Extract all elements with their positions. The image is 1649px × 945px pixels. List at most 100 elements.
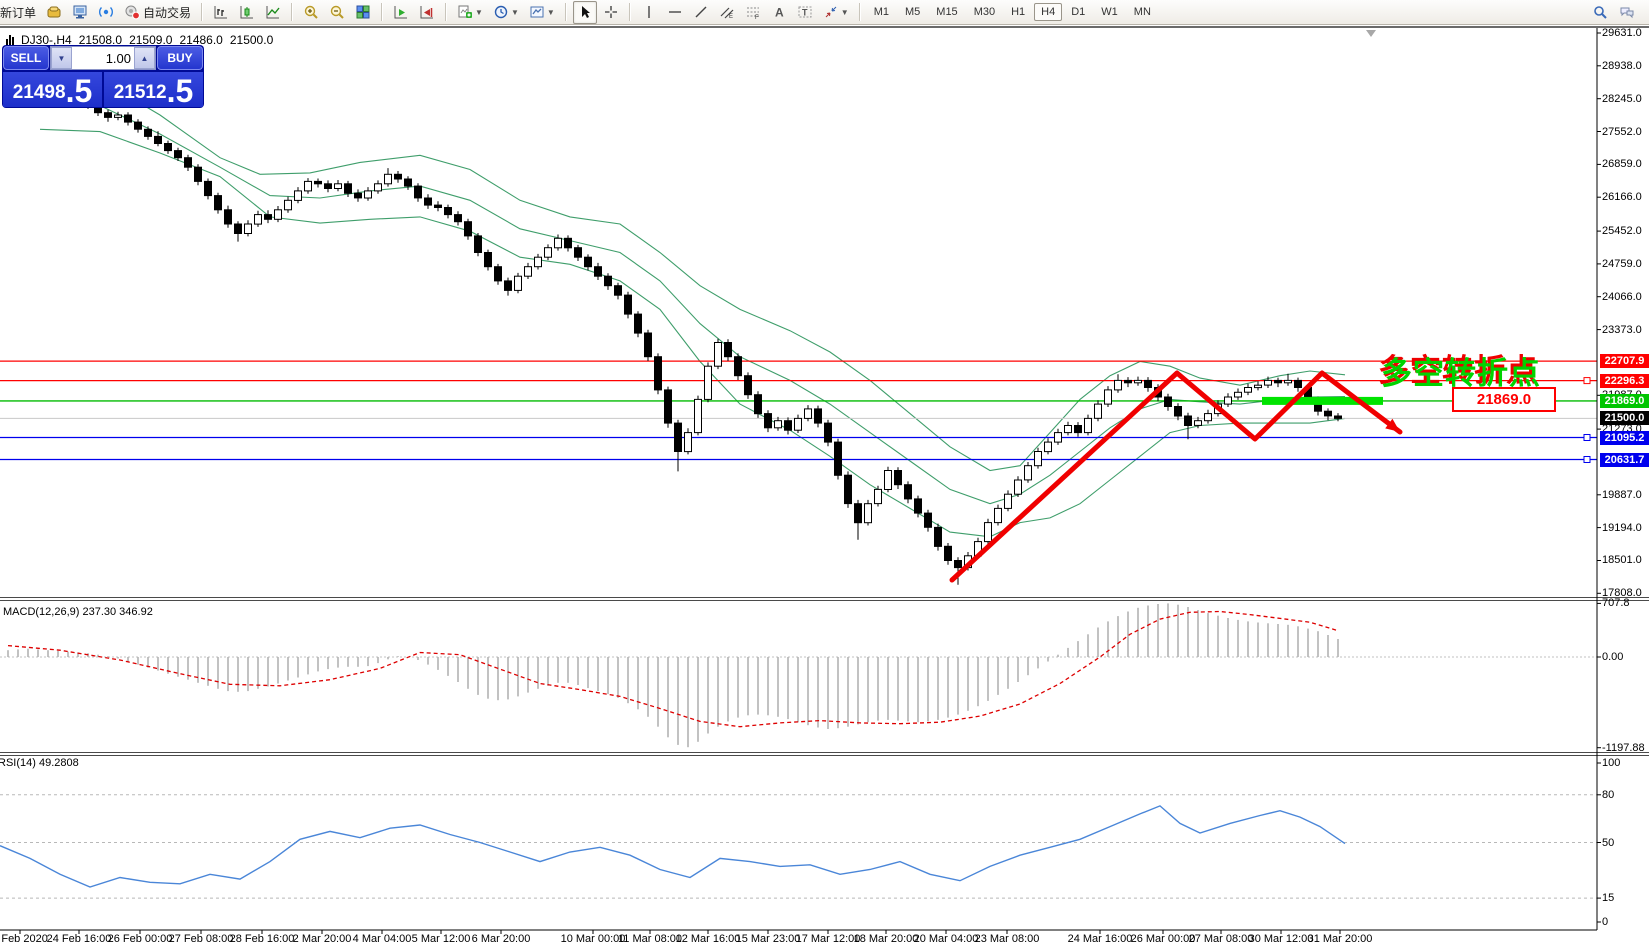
chat-icon — [1619, 4, 1635, 20]
new-chart-button[interactable]: ▼ — [453, 1, 487, 24]
trendline-button[interactable] — [689, 1, 713, 24]
shift-marker[interactable] — [1366, 30, 1376, 37]
timeframe-M1[interactable]: M1 — [867, 3, 896, 21]
svg-text:T: T — [802, 8, 808, 18]
text-button[interactable]: A — [767, 1, 791, 24]
buy-price-pip: .5 — [167, 76, 194, 106]
toolbar-group — [298, 0, 376, 25]
volume-decrease-button[interactable]: ▼ — [51, 47, 72, 69]
chevron-down-icon: ▼ — [511, 8, 519, 17]
sell-price-button[interactable]: 21498.5 — [3, 72, 102, 107]
buy-price-button[interactable]: 21512.5 — [104, 72, 203, 107]
toolbar-separator — [381, 3, 383, 21]
template-icon — [529, 4, 545, 20]
chevron-down-icon: ▼ — [475, 8, 483, 17]
price-badge: 21095.2 — [1600, 431, 1649, 445]
price-tick-label: 26859.0 — [1602, 158, 1648, 170]
line-handle[interactable] — [1584, 457, 1590, 463]
market-watch-button[interactable] — [68, 1, 92, 24]
periods-button[interactable]: ▼ — [489, 1, 523, 24]
price-annotation-box: 21869.0 — [1452, 387, 1556, 412]
time-label: 11 Mar 08:00 — [618, 933, 682, 945]
timeframe-M15[interactable]: M15 — [929, 3, 964, 21]
bollinger-middle-band — [40, 96, 1345, 504]
time-label: 28 Feb 16:00 — [230, 933, 295, 945]
gold-chart-icon — [46, 4, 62, 20]
time-label: 30 Mar 12:00 — [1249, 933, 1314, 945]
vertical-line-button[interactable] — [637, 1, 661, 24]
label-icon: T — [797, 4, 813, 20]
timeframe-W1[interactable]: W1 — [1094, 3, 1125, 21]
toolbar-separator — [565, 3, 567, 21]
timeframe-H4[interactable]: H4 — [1034, 3, 1062, 21]
fibonacci-icon: F — [745, 4, 761, 20]
price-tick-label: 28245.0 — [1602, 93, 1648, 105]
monitor-icon — [72, 4, 88, 20]
price-badge: 20631.7 — [1600, 453, 1649, 467]
chevron-down-icon: ▼ — [547, 8, 555, 17]
autotrading-button[interactable]: 自动交易 — [120, 1, 195, 24]
price-tick-label: 24759.0 — [1602, 258, 1648, 270]
label-button[interactable]: T — [793, 1, 817, 24]
price-tick-label: 19887.0 — [1602, 489, 1648, 501]
sell-button[interactable]: SELL — [3, 46, 49, 70]
cursor-button[interactable] — [573, 1, 597, 24]
new-order-button[interactable]: 新订单 — [1, 1, 40, 24]
price-badge: 21869.0 — [1600, 394, 1649, 408]
price-tick-label: 26166.0 — [1602, 191, 1648, 203]
rsi-tick-label: 0 — [1602, 916, 1648, 928]
candlestick-button[interactable] — [235, 1, 259, 24]
crosshair-button[interactable] — [599, 1, 623, 24]
line-chart-button[interactable] — [261, 1, 285, 24]
clock-icon — [493, 4, 509, 20]
time-label: 23 Mar 08:00 — [975, 933, 1040, 945]
sell-price-pip: .5 — [66, 76, 93, 106]
time-label: 15 Mar 23:00 — [736, 933, 801, 945]
tile-windows-icon — [355, 4, 371, 20]
zoom-out-button[interactable] — [325, 1, 349, 24]
toolbar-group: ▼ ▼ ▼ — [452, 0, 560, 25]
timeframe-H1[interactable]: H1 — [1004, 3, 1032, 21]
toolbar-group — [208, 0, 286, 25]
timeframe-M5[interactable]: M5 — [898, 3, 927, 21]
ohlc-close: 21500.0 — [230, 33, 273, 47]
templates-button[interactable]: ▼ — [525, 1, 559, 24]
auto-scroll-button[interactable] — [389, 1, 413, 24]
signals-button[interactable] — [94, 1, 118, 24]
line-handle[interactable] — [1584, 378, 1590, 384]
auto-scroll-icon — [393, 4, 409, 20]
chart-window-button[interactable] — [42, 1, 66, 24]
horizontal-line-button[interactable] — [663, 1, 687, 24]
time-label: 24 Mar 16:00 — [1068, 933, 1133, 945]
buy-button[interactable]: BUY — [157, 46, 203, 70]
timeframe-MN[interactable]: MN — [1127, 3, 1158, 21]
sell-price-main: 21498 — [13, 80, 66, 106]
fibonacci-button[interactable]: F — [741, 1, 765, 24]
rsi-line — [0, 806, 1345, 887]
macd-tick-label: 707.8 — [1602, 597, 1648, 609]
line-chart-icon — [265, 4, 281, 20]
vertical-line-icon — [641, 4, 657, 20]
chart-plot[interactable] — [0, 28, 1649, 945]
cursor-icon — [577, 4, 593, 20]
search-button[interactable] — [1588, 1, 1612, 24]
time-label: 12 Mar 16:00 — [676, 933, 741, 945]
bar-chart-button[interactable] — [209, 1, 233, 24]
channel-button[interactable]: E — [715, 1, 739, 24]
chart-shift-button[interactable] — [415, 1, 439, 24]
tile-windows-button[interactable] — [351, 1, 375, 24]
signal-icon — [98, 4, 114, 20]
price-badge: 22707.9 — [1600, 354, 1649, 368]
zoom-in-button[interactable] — [299, 1, 323, 24]
chat-button[interactable] — [1615, 1, 1639, 24]
line-handle[interactable] — [1584, 435, 1590, 441]
time-label: 26 Mar 00:00 — [1131, 933, 1196, 945]
timeframe-M30[interactable]: M30 — [967, 3, 1002, 21]
time-label: 27 Feb 08:00 — [169, 933, 234, 945]
price-tick-label: 24066.0 — [1602, 291, 1648, 303]
volume-increase-button[interactable]: ▲ — [134, 47, 155, 69]
arrows-button[interactable]: ▼ — [819, 1, 853, 24]
volume-input[interactable] — [72, 47, 134, 69]
volume-box: ▼ ▲ — [50, 46, 156, 70]
timeframe-D1[interactable]: D1 — [1064, 3, 1092, 21]
